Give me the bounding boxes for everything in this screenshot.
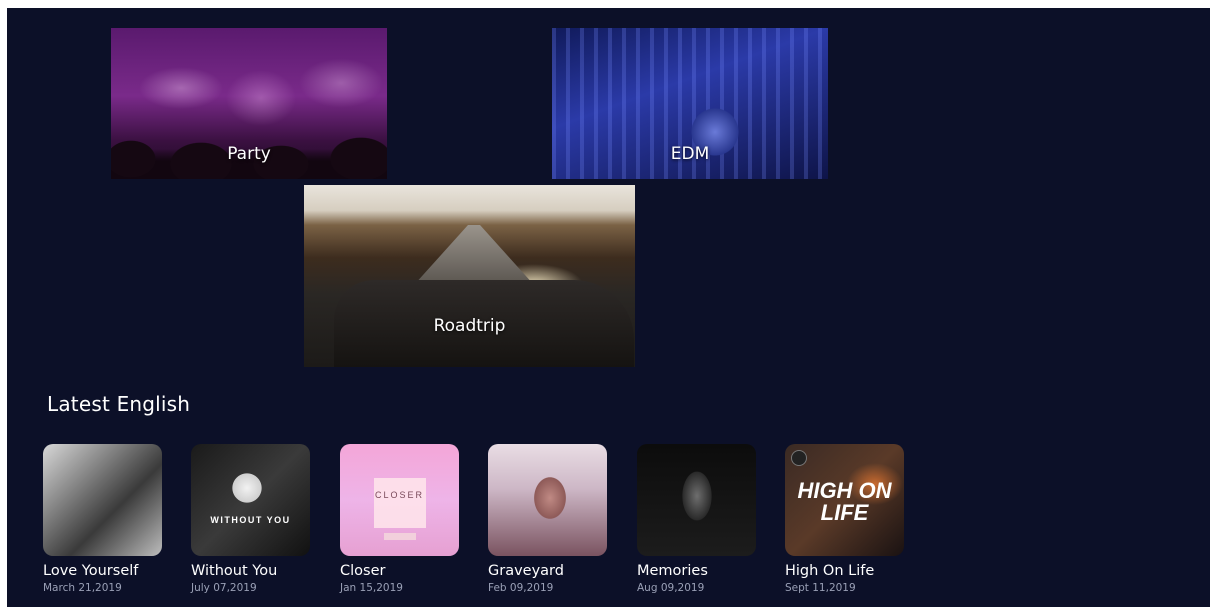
mood-tile-roadtrip[interactable]: Roadtrip bbox=[304, 185, 635, 367]
cover-tag bbox=[384, 533, 416, 540]
album-cover[interactable] bbox=[43, 444, 162, 556]
album-cover[interactable] bbox=[488, 444, 607, 556]
album-cover[interactable]: CLOSER bbox=[340, 444, 459, 556]
mood-label: EDM bbox=[670, 144, 710, 164]
album-cover[interactable] bbox=[637, 444, 756, 556]
song-date: Sept 11,2019 bbox=[785, 582, 856, 594]
song-card[interactable]: Love Yourself March 21,2019 bbox=[43, 444, 183, 594]
road-image bbox=[414, 225, 534, 285]
song-title[interactable]: Love Yourself bbox=[43, 563, 183, 579]
cover-box bbox=[374, 478, 426, 528]
mood-label: Roadtrip bbox=[433, 316, 506, 336]
song-date: Aug 09,2019 bbox=[637, 582, 705, 594]
song-title[interactable]: Memories bbox=[637, 563, 777, 579]
section-title: Latest English bbox=[47, 392, 191, 416]
song-title[interactable]: Graveyard bbox=[488, 563, 628, 579]
song-card[interactable]: WITHOUT YOU Without You July 07,2019 bbox=[191, 444, 331, 594]
cover-text: CLOSER bbox=[374, 490, 424, 500]
album-cover[interactable]: HIGH ON LIFE bbox=[785, 444, 904, 556]
cover-text: WITHOUT YOU bbox=[210, 515, 291, 525]
song-title[interactable]: Without You bbox=[191, 563, 331, 579]
album-cover[interactable]: WITHOUT YOU bbox=[191, 444, 310, 556]
mood-tile-edm[interactable]: EDM bbox=[552, 28, 828, 179]
song-card[interactable]: HIGH ON LIFE High On Life Sept 11,2019 bbox=[785, 444, 925, 594]
song-date: July 07,2019 bbox=[191, 582, 257, 594]
cover-text: HIGH ON LIFE bbox=[797, 478, 892, 525]
song-card[interactable]: Graveyard Feb 09,2019 bbox=[488, 444, 628, 594]
song-date: Jan 15,2019 bbox=[340, 582, 403, 594]
music-app: Party EDM Roadtrip Latest English Love Y… bbox=[7, 8, 1210, 607]
song-date: March 21,2019 bbox=[43, 582, 122, 594]
mood-label: Party bbox=[227, 144, 271, 164]
badge-icon bbox=[791, 450, 807, 466]
song-title[interactable]: High On Life bbox=[785, 563, 925, 579]
song-card[interactable]: Memories Aug 09,2019 bbox=[637, 444, 777, 594]
mood-tile-party[interactable]: Party bbox=[111, 28, 387, 179]
song-card[interactable]: CLOSER Closer Jan 15,2019 bbox=[340, 444, 480, 594]
song-title[interactable]: Closer bbox=[340, 563, 480, 579]
song-date: Feb 09,2019 bbox=[488, 582, 554, 594]
